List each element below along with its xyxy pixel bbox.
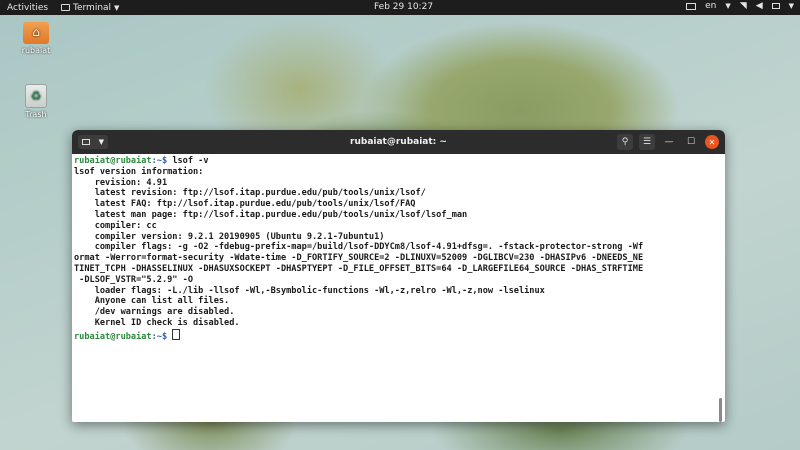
language-indicator[interactable]: en	[705, 1, 716, 11]
wifi-icon[interactable]: ◥	[740, 1, 747, 11]
clock[interactable]: Feb 29 10:27	[374, 2, 433, 12]
output-line: compiler flags: -g -O2 -fdebug-prefix-ma…	[74, 242, 644, 253]
prompt-path: :~$	[151, 156, 168, 166]
text-cursor	[172, 328, 181, 340]
output-line: TINET_TCPH -DHASSELINUX -DHASUXSOCKEPT -…	[74, 263, 644, 274]
command-line: rubaiat@rubaiat:~$ lsof -v	[74, 156, 725, 167]
output-line: Anyone can list all files.	[74, 296, 230, 307]
search-button[interactable]: ⚲	[617, 134, 633, 150]
menu-button[interactable]: ☰	[639, 134, 655, 150]
scrollbar[interactable]	[719, 398, 722, 422]
maximize-button[interactable]: ☐	[683, 134, 699, 150]
desktop-icon-trash[interactable]: ♻ Trash	[11, 84, 61, 119]
maximize-icon: ☐	[686, 137, 696, 147]
app-menu[interactable]: Terminal ▼	[61, 3, 119, 13]
command-text: lsof -v	[167, 156, 209, 166]
output-line: compiler: cc	[74, 220, 157, 231]
output-line: loader flags: -L./lib -llsof -Wl,-Bsymbo…	[74, 285, 545, 296]
system-tray[interactable]: en ▼ ◥ ◀ ▼	[686, 1, 794, 11]
close-button[interactable]: ✕	[705, 135, 719, 149]
output-line: latest revision: ftp://lsof.itap.purdue.…	[74, 188, 426, 199]
minimize-icon: —	[664, 137, 674, 147]
output-line: latest man page: ftp://lsof.itap.purdue.…	[74, 209, 468, 220]
hamburger-menu-icon: ☰	[642, 137, 652, 147]
battery-icon[interactable]	[771, 3, 780, 9]
output-line: -DLSOF_VSTR="5.2.9" -O	[74, 274, 193, 285]
prompt-user: rubaiat@rubaiat	[74, 331, 152, 342]
search-icon: ⚲	[621, 137, 629, 147]
output-line: lsof version information:	[74, 166, 204, 177]
output-line: Kernel ID check is disabled.	[74, 317, 240, 328]
window-controls: ⚲ ☰ — ☐ ✕	[617, 134, 719, 150]
home-folder-icon	[23, 22, 49, 44]
desktop: Activities Terminal ▼ Feb 29 10:27 en ▼ …	[0, 0, 800, 450]
app-menu-label: Terminal	[73, 2, 112, 13]
output-line: /dev warnings are disabled.	[74, 307, 235, 318]
top-bar: Activities Terminal ▼ Feb 29 10:27 en ▼ …	[0, 0, 800, 15]
prompt-user: rubaiat@rubaiat	[74, 156, 152, 166]
chevron-down-icon: ▼	[114, 3, 120, 12]
volume-icon[interactable]: ◀	[756, 1, 763, 11]
desktop-icon-label: Trash	[25, 110, 47, 119]
output-line: revision: 4.91	[74, 177, 168, 188]
minimize-button[interactable]: —	[661, 134, 677, 150]
terminal-output[interactable]: rubaiat@rubaiat:~$ lsof -v lsof version i…	[72, 154, 725, 343]
system-menu-chevron-icon[interactable]: ▼	[789, 2, 794, 10]
terminal-titlebar[interactable]: ▼ rubaiat@rubaiat: ~ ⚲ ☰ — ☐ ✕	[72, 130, 725, 154]
terminal-app-icon	[61, 4, 70, 11]
output-line: ormat -Werror=format-security -Wdate-tim…	[74, 253, 644, 264]
output-line: latest FAQ: ftp://lsof.itap.purdue.edu/p…	[74, 199, 416, 210]
chevron-down-icon: ▼	[725, 2, 731, 10]
desktop-icon-label: rubaiat	[21, 46, 51, 55]
output-line: compiler version: 9.2.1 20190905 (Ubuntu…	[74, 231, 385, 242]
desktop-icon-home[interactable]: rubaiat	[11, 22, 61, 55]
activities-button[interactable]: Activities	[0, 3, 61, 13]
screen-icon[interactable]	[686, 2, 697, 10]
prompt-path: :~$	[151, 331, 168, 342]
close-icon: ✕	[708, 137, 716, 147]
terminal-window[interactable]: ▼ rubaiat@rubaiat: ~ ⚲ ☰ — ☐ ✕ rubaiat@r…	[72, 130, 725, 422]
trash-icon: ♻	[25, 84, 47, 108]
prompt-line[interactable]: rubaiat@rubaiat:~$	[74, 328, 725, 343]
